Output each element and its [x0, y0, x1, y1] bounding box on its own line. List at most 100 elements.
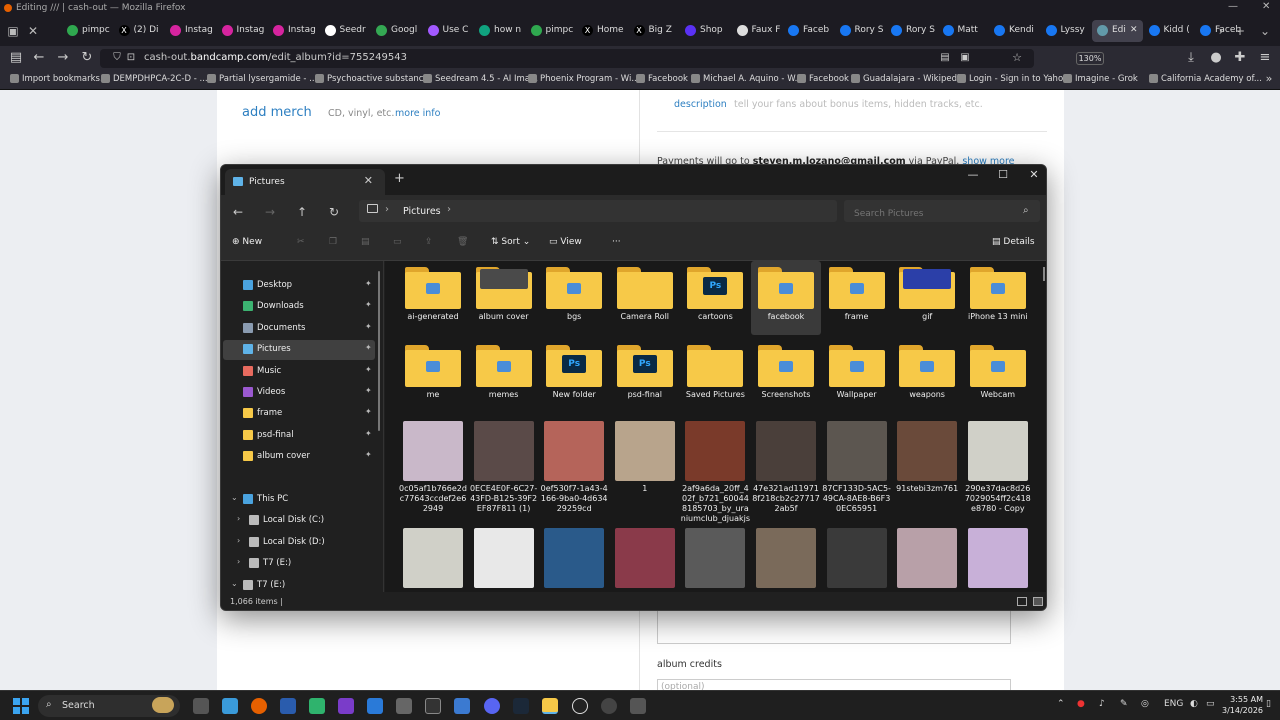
- bookmark-item[interactable]: Seedream 4.5 - AI Ima...: [423, 74, 538, 84]
- bookmark-item[interactable]: Login - Sign in to Yahoo: [957, 74, 1068, 84]
- image-file-item[interactable]: 91stebi3zm761: [892, 421, 962, 525]
- bookmark-item[interactable]: Guadalajara - Wikipedia: [851, 74, 965, 84]
- image-file-item[interactable]: 976ece4a_cf21_4: [822, 528, 892, 592]
- sidebar-toggle-icon[interactable]: ▤: [7, 49, 25, 67]
- browser-tab[interactable]: Edi ✕: [1092, 20, 1143, 42]
- close-icon[interactable]: ✕: [1022, 168, 1046, 186]
- image-file-item[interactable]: 290e37dac8d267029054ff2c418e8780 - Copy: [963, 421, 1033, 525]
- rename-icon[interactable]: ▭: [393, 237, 402, 247]
- chevron-right-icon[interactable]: ›: [447, 204, 451, 215]
- breadcrumb-pictures[interactable]: Pictures: [403, 206, 441, 217]
- chevron-right-icon[interactable]: ›: [237, 536, 240, 545]
- forward-icon[interactable]: →: [54, 49, 72, 67]
- browser-tab[interactable]: Seedr: [320, 20, 371, 42]
- start-button[interactable]: [13, 698, 29, 714]
- stocks-icon[interactable]: [425, 698, 441, 714]
- image-file-item[interactable]: 745D54A7-F5B0-: [469, 528, 539, 592]
- bookmark-item[interactable]: Import bookmarks...: [10, 74, 108, 84]
- tab-scroll-right-icon[interactable]: ›: [1212, 22, 1230, 40]
- sidebar-item[interactable]: Documents ✦: [223, 319, 375, 339]
- browser-tab[interactable]: Instag: [268, 20, 319, 42]
- tray-app-icon[interactable]: ●: [1077, 699, 1085, 709]
- picture-icon[interactable]: ▣: [956, 49, 974, 67]
- sidebar-scrollbar[interactable]: [378, 271, 380, 431]
- image-file-item[interactable]: 47321f6a-ec29-42: [963, 528, 1033, 592]
- folder-item[interactable]: Ps cartoons: [680, 261, 750, 335]
- bookmark-item[interactable]: Phoenix Program - Wi...: [528, 74, 639, 84]
- large-icons-view-icon[interactable]: [1033, 597, 1043, 606]
- sidebar-item[interactable]: Pictures ✦: [223, 340, 375, 361]
- list-all-tabs-icon[interactable]: ⌄: [1256, 22, 1274, 40]
- sidebar-item[interactable]: Videos ✦: [223, 383, 375, 403]
- notepad-icon[interactable]: [309, 698, 325, 714]
- image-file-item[interactable]: 0ECE4E0F-6C27-43FD-B125-39F2EF87F811 (1): [469, 421, 539, 525]
- image-file-item[interactable]: 0ef530f7-1a43-4166-9ba0-4d63429259cd: [539, 421, 609, 525]
- up-icon[interactable]: ↑: [293, 203, 311, 221]
- grid-scrollbar[interactable]: [1043, 267, 1045, 281]
- image-file-item[interactable]: 960x1280_63bab0: [680, 528, 750, 592]
- browser-tab[interactable]: Rory S: [886, 20, 937, 42]
- photos-icon[interactable]: [454, 698, 470, 714]
- browser-tab[interactable]: Kendi: [989, 20, 1040, 42]
- image-file-item[interactable]: 1: [610, 421, 680, 525]
- minimize-icon[interactable]: —: [961, 168, 985, 186]
- reader-view-icon[interactable]: ▤: [936, 49, 954, 67]
- close-tab-icon[interactable]: ✕: [364, 174, 373, 187]
- folder-item[interactable]: iPhone 13 mini: [963, 261, 1033, 335]
- folder-item[interactable]: bgs: [539, 261, 609, 335]
- folder-item[interactable]: Webcam: [963, 339, 1033, 413]
- microphone-icon[interactable]: ♪: [1099, 699, 1105, 709]
- description-link[interactable]: description: [674, 99, 727, 110]
- lock-icon[interactable]: ⊡: [122, 49, 140, 67]
- task-view-icon[interactable]: [193, 698, 209, 714]
- reload-icon[interactable]: ↻: [78, 49, 96, 67]
- back-icon[interactable]: ←: [30, 49, 48, 67]
- folder-item[interactable]: memes: [469, 339, 539, 413]
- folder-item[interactable]: Wallpaper: [822, 339, 892, 413]
- explorer-tab[interactable]: Pictures ✕: [225, 169, 385, 195]
- folder-item[interactable]: Ps New folder: [539, 339, 609, 413]
- forward-icon[interactable]: →: [261, 203, 279, 221]
- folder-item[interactable]: me: [398, 339, 468, 413]
- breadcrumb[interactable]: › Pictures ›: [359, 200, 837, 222]
- image-file-item[interactable]: 2af9a6da_20ff_402f_b721_600448185703_by_…: [680, 421, 750, 525]
- sidebar-item[interactable]: Desktop ✦: [223, 276, 375, 296]
- share-icon[interactable]: ⇪: [425, 237, 433, 247]
- bookmarks-overflow-icon[interactable]: »: [1260, 70, 1278, 88]
- chevron-right-icon[interactable]: ›: [237, 557, 240, 566]
- search-input[interactable]: [844, 200, 1040, 222]
- paste-icon[interactable]: ▤: [361, 237, 370, 247]
- details-view-icon[interactable]: [1017, 597, 1027, 606]
- folder-item[interactable]: facebook: [751, 261, 821, 335]
- menu-icon[interactable]: ≡: [1256, 49, 1274, 67]
- copilot-icon[interactable]: [222, 698, 238, 714]
- browser-tab[interactable]: Googl: [371, 20, 422, 42]
- url-bar[interactable]: ⛉ ⊡ cash-out.bandcamp.com/edit_album?id=…: [100, 49, 1104, 68]
- browser-tab[interactable]: Lyssy: [1041, 20, 1092, 42]
- close-tab-icon[interactable]: ✕: [1130, 25, 1138, 35]
- zoom-indicator[interactable]: 130%: [1076, 52, 1104, 65]
- image-file-item[interactable]: 960x1280_cfd868: [751, 528, 821, 592]
- folder-item[interactable]: Screenshots: [751, 339, 821, 413]
- notifications-icon[interactable]: ▯: [1266, 699, 1271, 709]
- folder-item[interactable]: album cover: [469, 261, 539, 335]
- sidebar-item[interactable]: › Local Disk (C:): [223, 511, 375, 531]
- extensions-icon[interactable]: ✚: [1231, 49, 1249, 67]
- chevron-right-icon[interactable]: ›: [237, 514, 240, 523]
- search-icon[interactable]: ⌕: [1023, 205, 1029, 216]
- refresh-icon[interactable]: ↻: [325, 203, 343, 221]
- new-tab-icon[interactable]: +: [1231, 22, 1249, 40]
- sidebar-item[interactable]: frame ✦: [223, 404, 375, 424]
- account-icon[interactable]: ●: [1207, 49, 1225, 67]
- image-file-item[interactable]: 87CF133D-5AC5-49CA-8AE8-B6F30EC65951: [822, 421, 892, 525]
- chevron-right-icon[interactable]: ›: [385, 204, 389, 215]
- image-file-item[interactable]: 2316x3088_24090: [892, 528, 962, 592]
- image-file-item[interactable]: 47e321ad119718f218cb2c277172ab5f: [751, 421, 821, 525]
- sidebar-item[interactable]: › T7 (E:): [223, 554, 375, 574]
- language-indicator[interactable]: ENG: [1164, 699, 1183, 709]
- new-button[interactable]: ⊕ New: [232, 237, 262, 247]
- close-window-icon[interactable]: ✕: [1262, 1, 1270, 12]
- image-file-item[interactable]: 0c05af1b766e2dc77643ccdef2e62949: [398, 421, 468, 525]
- sidebar-item[interactable]: › Local Disk (D:): [223, 533, 375, 553]
- sidebar-item[interactable]: ⌄ This PC: [223, 490, 375, 510]
